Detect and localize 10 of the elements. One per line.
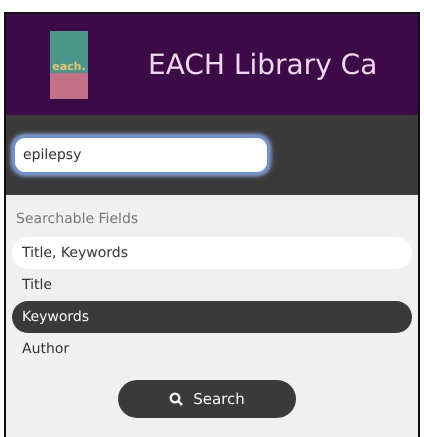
- field-option[interactable]: Keywords: [12, 301, 412, 333]
- fields-heading: Searchable Fields: [16, 211, 140, 227]
- field-option[interactable]: Author: [12, 333, 412, 365]
- search-button[interactable]: Search: [118, 380, 296, 418]
- search-field[interactable]: epilepsy: [13, 136, 269, 174]
- search-icon: [169, 392, 184, 406]
- logo: each.: [50, 30, 88, 98]
- field-option[interactable]: Title, Keywords: [12, 237, 412, 269]
- field-option[interactable]: Title: [12, 269, 412, 301]
- site-title: EACH Library Ca: [148, 48, 378, 81]
